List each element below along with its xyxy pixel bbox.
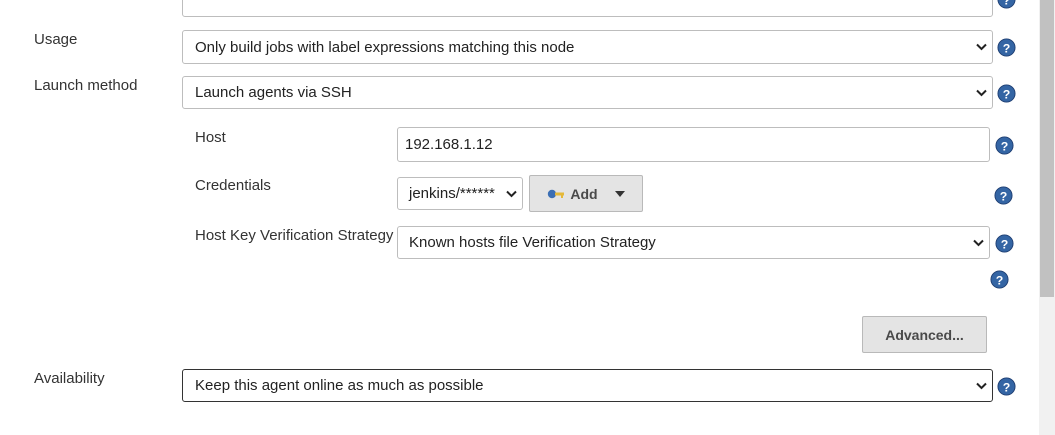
chevron-down-icon (973, 239, 984, 246)
node-config-form: ? Usage Only build jobs with label expre… (0, 0, 1055, 435)
svg-text:?: ? (1000, 189, 1008, 203)
chevron-down-icon (976, 43, 987, 51)
svg-text:?: ? (996, 273, 1004, 287)
advanced-button[interactable]: Advanced... (862, 316, 987, 353)
svg-text:?: ? (1001, 237, 1009, 251)
host-value: 192.168.1.12 (405, 136, 493, 153)
help-icon[interactable]: ? (997, 84, 1016, 103)
availability-selected: Keep this agent online as much as possib… (195, 377, 484, 394)
host-input[interactable]: 192.168.1.12 (397, 127, 990, 162)
usage-selected: Only build jobs with label expressions m… (195, 38, 575, 56)
launch-method-select[interactable]: Launch agents via SSH (182, 76, 993, 109)
host-label: Host (195, 129, 226, 146)
help-icon[interactable]: ? (994, 186, 1013, 205)
help-icon[interactable]: ? (997, 377, 1016, 396)
help-icon[interactable]: ? (995, 234, 1014, 253)
help-icon[interactable]: ? (997, 38, 1016, 57)
help-icon[interactable]: ? (997, 0, 1016, 9)
svg-text:?: ? (1003, 0, 1011, 7)
credentials-selected: jenkins/****** (409, 185, 495, 202)
advanced-button-label: Advanced... (885, 326, 964, 343)
host-key-strategy-selected: Known hosts file Verification Strategy (409, 234, 656, 251)
launch-method-selected: Launch agents via SSH (195, 84, 352, 101)
host-key-strategy-label: Host Key Verification Strategy (195, 227, 394, 244)
availability-select[interactable]: Keep this agent online as much as possib… (182, 369, 993, 402)
scrollbar-thumb[interactable] (1040, 0, 1054, 297)
svg-text:?: ? (1001, 139, 1009, 153)
host-key-strategy-select[interactable]: Known hosts file Verification Strategy (397, 226, 990, 259)
top-field[interactable] (182, 0, 993, 17)
chevron-down-icon (976, 89, 987, 96)
credentials-label: Credentials (195, 177, 271, 194)
launch-method-label: Launch method (34, 77, 138, 94)
help-icon[interactable]: ? (995, 136, 1014, 155)
availability-label: Availability (34, 370, 105, 387)
svg-text:?: ? (1003, 87, 1011, 101)
usage-label: Usage (34, 31, 78, 48)
help-icon[interactable]: ? (990, 270, 1009, 289)
credentials-select[interactable]: jenkins/****** (397, 177, 523, 210)
add-button-label: Add (570, 185, 598, 202)
svg-text:?: ? (1003, 41, 1011, 55)
usage-select[interactable]: Only build jobs with label expressions m… (182, 30, 993, 64)
svg-text:?: ? (1003, 380, 1011, 394)
key-icon (548, 189, 565, 198)
add-credentials-button[interactable]: Add (529, 175, 643, 212)
caret-down-icon (614, 190, 625, 197)
chevron-down-icon (506, 190, 517, 197)
chevron-down-icon (976, 382, 987, 389)
